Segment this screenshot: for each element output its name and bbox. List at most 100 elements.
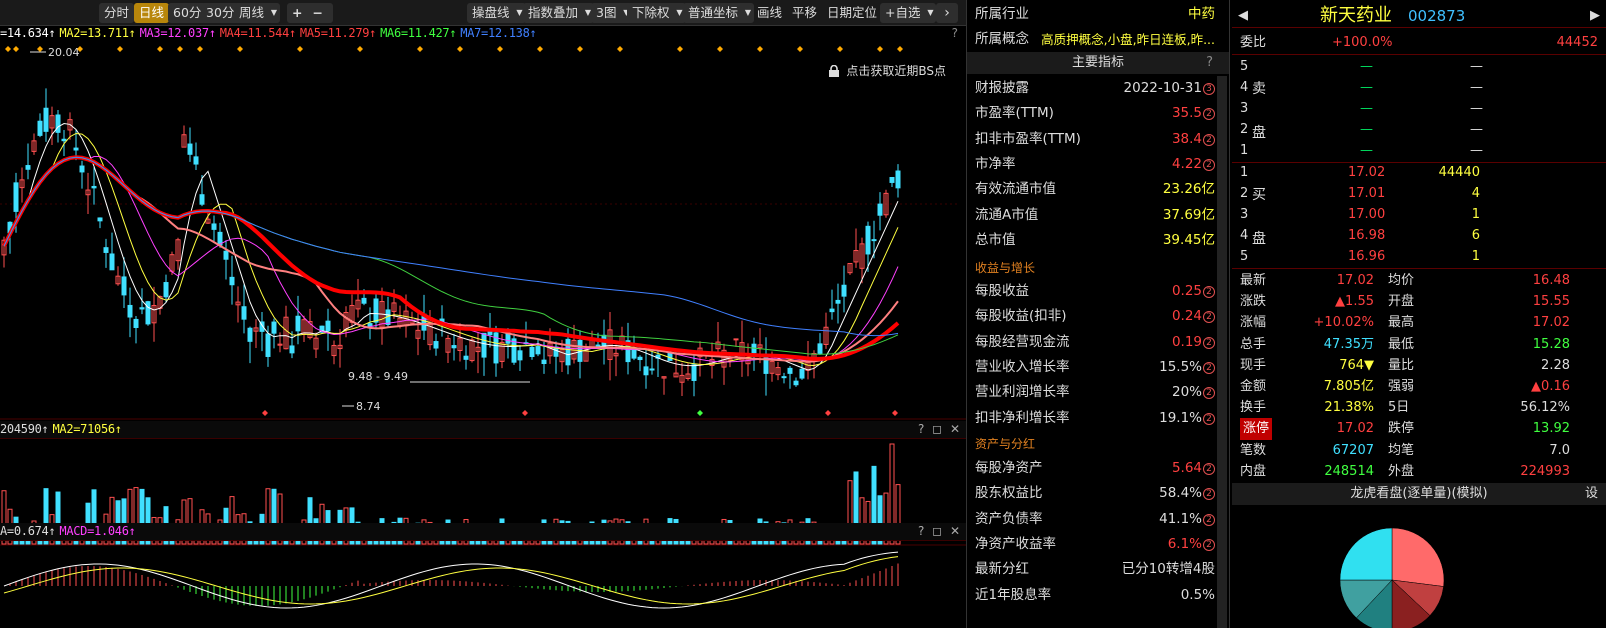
ask-row: 3 — — — [1232, 98, 1606, 120]
indicator-label: 每股收益 — [975, 283, 1029, 299]
zoom-group: +− — [287, 3, 333, 23]
indicator-label: 资产负债率 — [975, 510, 1043, 527]
ma-legend-item: MA7=12.138↑ — [460, 26, 537, 40]
weibi-label: 委比 — [1240, 35, 1267, 50]
candle — [781, 376, 787, 379]
period-tab-daily[interactable]: 日线 — [134, 3, 170, 23]
indicator-row[interactable]: 每股收益(扣非) 0.24 2 — [967, 304, 1229, 329]
help-icon[interactable]: ? — [1206, 52, 1213, 74]
volume-panel-controls[interactable]: ? ◻ ✕ — [918, 422, 962, 436]
candle — [799, 368, 805, 379]
nav-left-arrow-icon[interactable]: ◀ — [1238, 4, 1248, 28]
candle — [451, 345, 457, 349]
stat-row: 笔数 67207 均笔 7.0 — [1232, 440, 1606, 462]
stat-row: 涨停 17.02 跌停 13.92 — [1232, 418, 1606, 441]
quote-panel: ◀ 新天药业 002873 ▶ 委比 +100.0% 44452 5 — — 4 — — 3 — —… — [1232, 0, 1606, 628]
indicator-row[interactable]: 总市值 39.45亿 — [967, 228, 1229, 253]
indicator-value: 41.1% 2 — [1159, 507, 1215, 532]
candlestick-chart[interactable]: 20.04 8.74 9.48 - 9.49 — [0, 44, 966, 440]
indicator-row[interactable]: 近1年股息率 0.5% — [967, 583, 1229, 608]
scroll-right-arrow-icon[interactable]: › — [936, 3, 958, 23]
indicator-row[interactable]: 每股收益 0.25 2 — [967, 279, 1229, 304]
signal-marker — [117, 46, 123, 52]
main-indicator-dropdown[interactable]: 操盘线 ▼ — [467, 3, 526, 23]
indicator-row[interactable]: 每股净资产 5.64 2 — [967, 456, 1229, 481]
stat-label: 最新 — [1240, 273, 1267, 288]
chart-area[interactable]: =14.634↑ MA2=13.711↑ MA3=12.037↑ MA4=11.544… — [0, 26, 966, 628]
indicator-row[interactable]: 每股经营现金流 0.19 2 — [967, 330, 1229, 355]
ma2-line — [3, 132, 899, 366]
lhb-settings-button[interactable]: 设 — [1585, 483, 1598, 505]
indicator-row[interactable]: 市净率 4.22 2 — [967, 152, 1229, 177]
indicator-value: 0.24 2 — [1172, 304, 1215, 329]
indicator-row[interactable]: 股东权益比 58.4% 2 — [967, 481, 1229, 506]
indicator-row[interactable]: 净资产收益率 6.1% 2 — [967, 532, 1229, 557]
main-indicators-header[interactable]: 主要指标? — [967, 52, 1229, 74]
signal-marker — [797, 46, 803, 52]
candle — [829, 308, 835, 313]
watchlist-dropdown[interactable]: +自选 ▼ — [880, 3, 937, 23]
indicator-value: 58.4% 2 — [1159, 481, 1215, 506]
draw-line-button[interactable]: 画线 — [752, 3, 787, 23]
sell-label: 卖 — [1252, 81, 1266, 97]
stat-label: 外盘 — [1388, 463, 1415, 479]
zoom-out-button[interactable]: − — [312, 5, 332, 20]
index-overlay-dropdown[interactable]: 指数叠加 ▼ — [523, 3, 595, 23]
volume-value: 204590↑ — [0, 422, 49, 436]
industry-label: 所属行业 — [975, 6, 1029, 22]
indicator-row[interactable]: 营业利润增长率 20% 2 — [967, 380, 1229, 405]
macd-panel-controls[interactable]: ? ◻ ✕ — [918, 524, 962, 538]
stat-value: 17.02 — [1532, 315, 1570, 331]
bid-row: 4 16.98 6 — [1232, 225, 1606, 247]
stat-value: 21.38% — [1324, 400, 1374, 416]
bid-row: 2 17.01 4 — [1232, 183, 1606, 205]
main-indicator-label: 操盘线 — [472, 5, 510, 20]
indicator-row[interactable]: 市盈率(TTM) 35.5 2 — [967, 101, 1229, 126]
period-tab-intraday[interactable]: 分时 — [99, 3, 135, 23]
bid-level: 3 — [1240, 207, 1249, 222]
bid-volume: 6 — [1471, 228, 1480, 243]
industry-value[interactable]: 中药 — [1188, 2, 1215, 27]
stat-value: 13.92 — [1532, 421, 1570, 437]
indicator-row[interactable]: 营业收入增长率 15.5% 2 — [967, 355, 1229, 380]
stat-row: 金额 7.805亿 强弱 ▲0.16 — [1232, 376, 1606, 398]
period-tab-weekly[interactable]: 周线 ▼ — [234, 3, 281, 23]
concept-value[interactable]: 高质押概念,小盘,昨日连板,昨... — [1041, 27, 1215, 52]
kline-help-icon[interactable]: ? — [952, 26, 958, 40]
stock-header: ◀ 新天药业 002873 ▶ — [1232, 4, 1606, 28]
indicator-row[interactable]: 最新分红 已分10转增4股 — [967, 557, 1229, 582]
candle — [817, 343, 823, 354]
scrollbar[interactable] — [1217, 76, 1227, 628]
date-locate-button[interactable]: 日期定位 — [822, 3, 882, 23]
indicator-row[interactable]: 扣非市盈率(TTM) 38.4 2 — [967, 127, 1229, 152]
stock-name: 新天药业 — [1320, 5, 1392, 26]
nav-right-arrow-icon[interactable]: ▶ — [1590, 4, 1600, 28]
lhb-title: 龙虎看盘(逐单量)(模拟) — [1350, 486, 1488, 501]
stat-label: 5日 — [1388, 400, 1410, 416]
indicator-row[interactable]: 流通A市值 37.69亿 — [967, 203, 1229, 228]
rights-dropdown[interactable]: 下除权 ▼ — [627, 3, 686, 23]
chevron-down-icon: ▼ — [927, 8, 934, 17]
indicator-label: 市净率 — [975, 155, 1016, 172]
candle — [841, 284, 847, 297]
macd-chart[interactable] — [0, 541, 966, 628]
signal-marker — [617, 46, 623, 52]
pan-button[interactable]: 平移 — [787, 3, 822, 23]
macd-panel-header: A=0.674↑ MACD=1.046↑ ? ◻ ✕ — [0, 523, 966, 541]
ask-volume: — — [1470, 59, 1483, 74]
stat-label: 总手 — [1240, 336, 1267, 352]
indicator-row[interactable]: 财报披露 2022-10-31 3 — [967, 76, 1229, 101]
indicator-row[interactable]: 有效流通市值 23.26亿 — [967, 177, 1229, 202]
indicator-label: 总市值 — [975, 231, 1016, 248]
candle — [295, 315, 301, 332]
ma1-line — [3, 123, 899, 371]
volume-ma2: MA2=71056↑ — [52, 422, 122, 436]
bs-marker — [892, 410, 898, 416]
signal-marker — [417, 46, 423, 52]
indicator-row[interactable]: 扣非净利增长率 19.1% 2 — [967, 406, 1229, 431]
coordinate-dropdown[interactable]: 普通坐标 ▼ — [683, 3, 755, 23]
zoom-in-button[interactable]: + — [292, 5, 312, 20]
candle — [895, 170, 901, 189]
candle — [535, 346, 541, 355]
indicator-row[interactable]: 资产负债率 41.1% 2 — [967, 507, 1229, 532]
